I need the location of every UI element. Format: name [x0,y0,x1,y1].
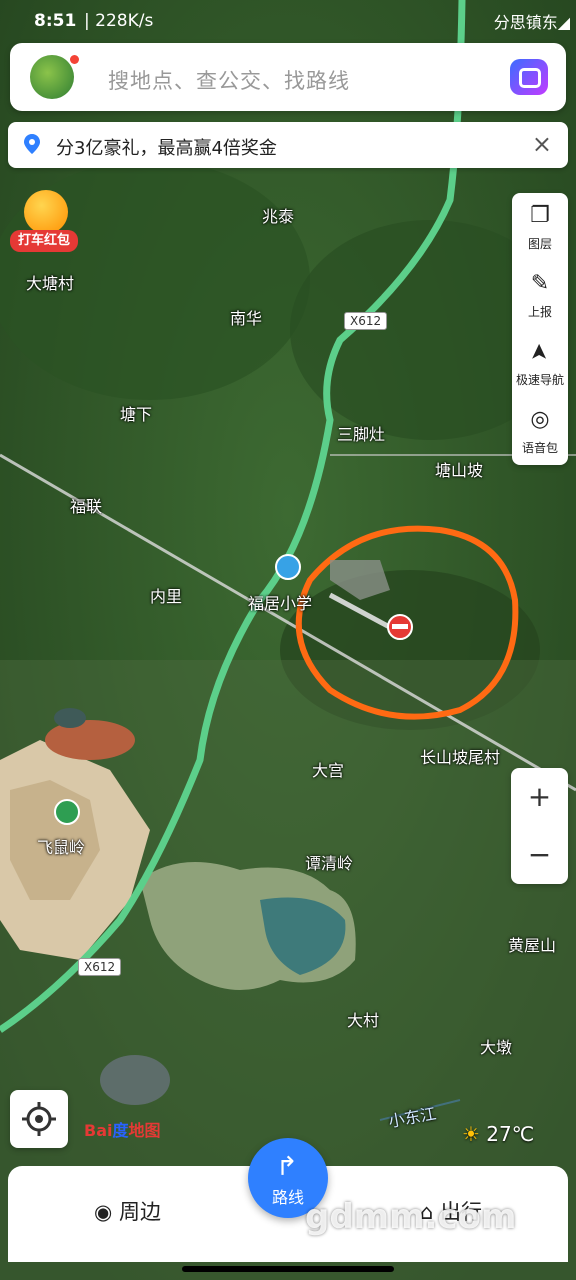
baidu-map-logo: Bai度地图 [84,1117,161,1141]
report-icon: ✎ [530,271,550,296]
search-bar[interactable]: 搜地点、查公交、找路线 [10,43,566,111]
zoom-in-button[interactable]: + [511,768,568,826]
temperature: 27℃ [486,1122,535,1146]
nearby-button[interactable]: ◉ 周边 [94,1196,161,1226]
road-tag-x612-north: X612 [344,312,388,330]
promo-banner[interactable]: 分3亿豪礼，最高赢4倍奖金 × [8,122,568,168]
logo-bai: Bai [84,1121,113,1140]
map-label-changshanpo[interactable]: 长山坡尾村 [420,744,500,768]
notification-dot [70,55,79,64]
layers-icon: ❐ [530,203,550,228]
map-label-zhaotai[interactable]: 兆泰 [262,203,294,227]
nearby-label: 周边 [119,1200,162,1224]
compass-icon: ◉ [94,1200,113,1224]
map-label-huangwushan[interactable]: 黄屋山 [508,932,556,956]
map-label-neili[interactable]: 内里 [150,583,182,607]
crosshair-icon [22,1102,56,1136]
map-tool-panel: ❐ 图层 ✎ 上报 ➤ 极速导航 ◎ 语音包 [512,193,568,465]
map-label-tangshanpo[interactable]: 塘山坡 [435,457,483,481]
taxi-red-packet-button[interactable]: 打车红包 [10,190,78,256]
map-label-fulian[interactable]: 福联 [70,493,102,517]
logo-du: 度 [112,1121,129,1140]
report-label: 上报 [527,305,552,319]
map-label-nanhua[interactable]: 南华 [230,305,262,329]
map-label-tangxia[interactable]: 塘下 [120,401,152,425]
search-input[interactable]: 搜地点、查公交、找路线 [108,65,350,95]
map-label-fujuxiaoxue[interactable]: 福居小学 [248,590,312,614]
home-indicator[interactable] [182,1266,394,1272]
map-label-dataicun[interactable]: 大塘村 [26,270,74,294]
promo-text[interactable]: 分3亿豪礼，最高赢4倍奖金 [56,134,277,160]
location-pin-icon [24,134,40,154]
voice-pack-icon: ◎ [530,407,550,432]
fast-navigation-label: 极速导航 [515,373,564,387]
voice-pack-button[interactable]: ◎ 语音包 [512,397,568,465]
watermark: gdmm.com [305,1197,517,1237]
avatar[interactable] [30,55,74,99]
map-label-feishuling[interactable]: 飞鼠岭 [37,834,85,858]
route-arrow-icon: ↱ [276,1152,298,1182]
red-packet-label: 打车红包 [10,230,78,252]
voice-assistant-icon[interactable] [510,59,548,95]
voice-pack-label: 语音包 [521,441,558,455]
status-time: 8:51 [34,11,77,31]
road-tag-x612-south: X612 [78,958,122,976]
layers-label: 图层 [527,237,552,251]
navigation-icon: ➤ [527,342,552,362]
satellite-map[interactable] [0,0,576,1280]
map-label-tanqingling[interactable]: 谭清岭 [305,850,353,874]
status-right-text: 分思镇东◢ [493,13,570,32]
map-label-dajing[interactable]: 大墩 [480,1034,512,1058]
report-button[interactable]: ✎ 上报 [512,261,568,329]
layers-button[interactable]: ❐ 图层 [512,193,568,261]
map-label-dacun[interactable]: 大村 [347,1007,379,1031]
close-icon[interactable]: × [532,130,552,158]
sun-icon: ☀ [462,1122,480,1146]
zoom-out-button[interactable]: − [511,826,568,884]
status-bar: 8:51 | 228K/s 分思镇东◢ [0,0,576,44]
logo-map: 地图 [128,1121,161,1140]
map-label-sanjiaozao[interactable]: 三脚灶 [337,421,385,445]
weather-widget[interactable]: ☀ 27℃ [462,1122,534,1146]
red-packet-icon [24,190,68,234]
fast-navigation-button[interactable]: ➤ 极速导航 [512,329,568,397]
status-speed: | 228K/s [84,11,154,31]
locate-button[interactable] [10,1090,68,1148]
map-label-dagong[interactable]: 大宫 [312,757,344,781]
zoom-controls: + − [511,768,568,884]
